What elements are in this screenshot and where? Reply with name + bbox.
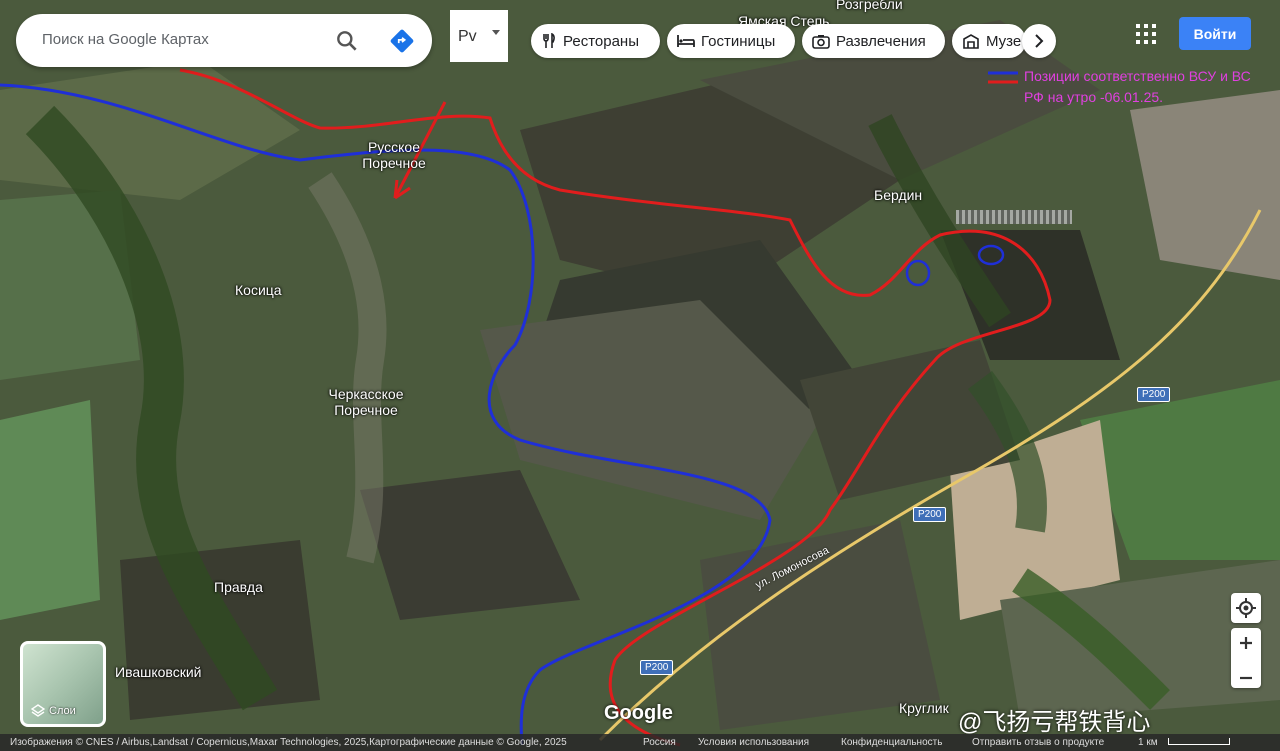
place-label[interactable]: Круглик bbox=[899, 700, 949, 716]
chevron-right-icon bbox=[1035, 34, 1044, 48]
attribution-bar: Изображения © CNES / Airbus,Landsat / Co… bbox=[0, 734, 1280, 751]
search-icon[interactable] bbox=[334, 28, 360, 54]
chip-entertainment[interactable]: Развлечения bbox=[802, 24, 945, 58]
satellite-map[interactable] bbox=[0, 0, 1280, 751]
museum-icon bbox=[963, 34, 979, 49]
chip-label: Развлечения bbox=[836, 32, 926, 50]
layers-button[interactable]: Слои bbox=[20, 641, 106, 727]
place-label[interactable]: Косица bbox=[235, 282, 282, 298]
country-link[interactable]: Россия bbox=[643, 737, 676, 748]
place-label[interactable]: Розгребли bbox=[836, 0, 903, 12]
directions-icon[interactable] bbox=[389, 28, 415, 54]
zoom-out-icon[interactable] bbox=[1231, 663, 1261, 693]
place-label[interactable]: Черкасское Поречное bbox=[322, 386, 410, 418]
hotel-icon bbox=[677, 35, 695, 47]
language-value: Рv bbox=[458, 28, 477, 45]
privacy-link[interactable]: Конфиденциальность bbox=[841, 737, 942, 748]
place-label[interactable]: Русское Поречное bbox=[356, 139, 432, 171]
google-logo: Google bbox=[604, 702, 673, 724]
chip-hotels[interactable]: Гостиницы bbox=[667, 24, 795, 58]
my-location-icon bbox=[1236, 598, 1256, 618]
chips-next-button[interactable] bbox=[1022, 24, 1056, 58]
restaurant-icon bbox=[543, 33, 555, 48]
scale-label[interactable]: 1 км bbox=[1138, 737, 1158, 748]
weibo-watermark: @飞扬亏帮铁背心 bbox=[958, 709, 1151, 736]
zoom-in-icon[interactable] bbox=[1231, 628, 1261, 658]
chevron-down-icon bbox=[492, 30, 500, 35]
road-shield: P200 bbox=[640, 660, 674, 675]
place-label[interactable]: Ивашковский bbox=[115, 664, 201, 680]
search-input[interactable]: Поиск на Google Картах bbox=[42, 31, 209, 48]
chip-museums[interactable]: Музе bbox=[952, 24, 1026, 58]
signin-button[interactable]: Войти bbox=[1179, 17, 1251, 50]
place-label[interactable]: Правда bbox=[214, 579, 263, 595]
my-location-button[interactable] bbox=[1231, 593, 1261, 623]
chip-label: Гостиницы bbox=[701, 32, 776, 50]
search-box[interactable]: Поиск на Google Картах bbox=[16, 14, 432, 67]
layers-label: Слои bbox=[49, 705, 76, 717]
scale-bar bbox=[1168, 738, 1230, 745]
road-shield: P200 bbox=[1137, 387, 1171, 402]
camera-icon bbox=[812, 34, 830, 49]
language-select[interactable]: Рv bbox=[450, 10, 508, 62]
road-shield: P200 bbox=[913, 507, 947, 522]
feedback-link[interactable]: Отправить отзыв о продукте bbox=[972, 737, 1104, 748]
place-label[interactable]: Бердин bbox=[874, 187, 922, 203]
chip-label: Музе bbox=[986, 32, 1022, 50]
chip-restaurants[interactable]: Рестораны bbox=[531, 24, 660, 58]
terms-link[interactable]: Условия использования bbox=[698, 737, 809, 748]
chip-label: Рестораны bbox=[563, 32, 639, 50]
zoom-controls bbox=[1231, 628, 1261, 688]
overlay-legend-text: Позиции соответственно ВСУ и ВС РФ на ут… bbox=[1024, 68, 1251, 105]
redacted-label bbox=[956, 210, 1072, 224]
apps-grid-icon[interactable] bbox=[1136, 24, 1156, 44]
attribution-text: Изображения © CNES / Airbus,Landsat / Co… bbox=[10, 737, 567, 748]
layers-icon bbox=[31, 704, 45, 717]
